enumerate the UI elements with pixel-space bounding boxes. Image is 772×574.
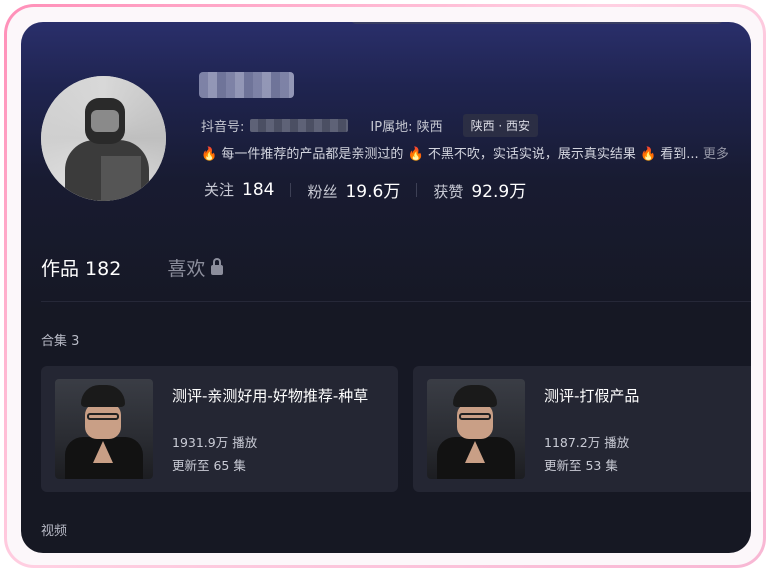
tab-likes[interactable]: 喜欢 (167, 254, 224, 281)
bio-text-1: 每一件推荐的产品都是亲测过的 (221, 147, 404, 162)
tabs-divider (41, 301, 751, 302)
fire-icon: 🔥 (407, 147, 424, 162)
collection-plays: 1187.2万 播放 (544, 435, 630, 450)
collection-updated: 更新至 53 集 (544, 458, 618, 473)
collection-thumbnail (55, 379, 153, 479)
collection-card[interactable]: 测评-亲测好用-好物推荐-种草 1931.9万 播放 更新至 65 集 (41, 366, 398, 492)
collection-plays: 1931.9万 播放 (172, 435, 258, 450)
bio-text-3: 看到... (660, 147, 699, 162)
collection-title: 测评-打假产品 (544, 387, 640, 405)
collection-title: 测评-亲测好用-好物推荐-种草 (172, 387, 369, 405)
bio-more-link[interactable]: 更多 (703, 147, 729, 162)
collection-card[interactable]: 测评-打假产品 1187.2万 播放 更新至 53 集 (413, 366, 751, 492)
stat-label: 获赞 (433, 183, 464, 201)
douyin-id-label: 抖音号: (201, 119, 245, 135)
username-blurred (199, 72, 294, 98)
tab-works[interactable]: 作品 182 (41, 254, 121, 281)
profile-stats: 关注 184 粉丝 19.6万 获赞 92.9万 (204, 177, 526, 202)
fire-icon: 🔥 (639, 147, 657, 162)
collections-title: 合集 3 (41, 334, 80, 349)
stat-label: 关注 (204, 181, 235, 199)
lock-icon (211, 257, 224, 275)
tab-likes-label: 喜欢 (167, 258, 206, 280)
stat-followers[interactable]: 粉丝 19.6万 (307, 177, 400, 202)
profile-screen: 抖音号: IP属地: 陕西 陕西 · 西安 🔥 每一件推荐的产品都是亲测过的 🔥… (21, 22, 751, 553)
stat-likes: 获赞 92.9万 (433, 177, 526, 202)
bio-text-2: 不黑不吹，实话实说，展示真实结果 (427, 147, 636, 162)
profile-info-line: 抖音号: IP属地: 陕西 陕西 · 西安 (201, 113, 539, 137)
stat-value: 184 (242, 180, 275, 200)
douyin-id-blurred (250, 118, 349, 132)
top-search-bar[interactable] (351, 22, 723, 24)
bio: 🔥 每一件推荐的产品都是亲测过的 🔥 不黑不吹，实话实说，展示真实结果 🔥 看到… (201, 143, 729, 162)
collection-updated: 更新至 65 集 (172, 458, 246, 473)
content-tabs: 作品 182 喜欢 (41, 254, 224, 281)
stat-label: 粉丝 (307, 183, 338, 201)
collection-thumbnail (427, 379, 525, 479)
videos-title: 视频 (41, 524, 68, 539)
avatar[interactable] (41, 76, 166, 201)
stat-divider (416, 182, 418, 197)
stat-value: 92.9万 (471, 182, 527, 202)
ip-location: IP属地: 陕西 (370, 119, 443, 135)
location-tag[interactable]: 陕西 · 西安 (462, 113, 539, 137)
stat-divider (290, 182, 292, 197)
fire-icon: 🔥 (201, 147, 218, 162)
stat-following[interactable]: 关注 184 (204, 179, 274, 200)
stat-value: 19.6万 (345, 182, 401, 202)
